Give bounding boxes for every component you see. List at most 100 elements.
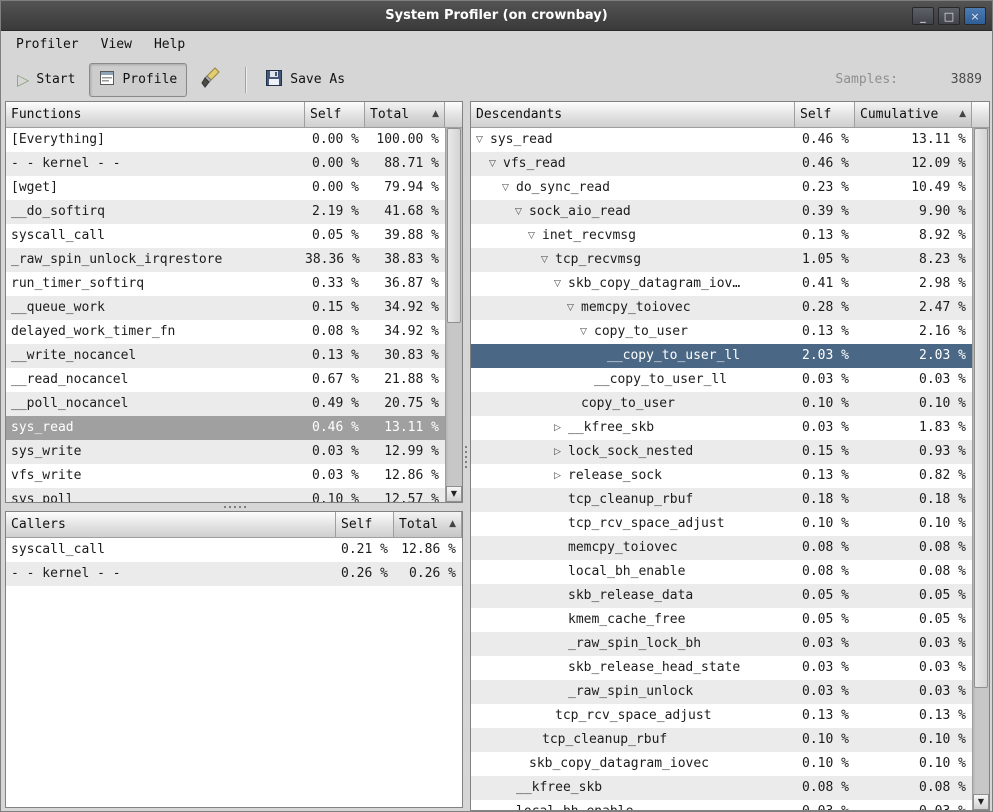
callers-column-header[interactable]: Callers [6,512,336,538]
tree-expander-icon[interactable]: ▽ [541,248,555,272]
descendant-name: copy_to_user [581,392,675,416]
function-row[interactable]: _raw_spin_unlock_irqrestore 38.36 % 38.8… [6,248,445,272]
descendant-row[interactable]: tcp_cleanup_rbuf 0.10 % 0.10 % [471,728,972,752]
reset-button[interactable] [191,60,233,100]
scroll-down-button[interactable]: ▼ [446,486,462,502]
function-row[interactable]: sys_write 0.03 % 12.99 % [6,440,445,464]
descendant-row[interactable]: __copy_to_user_ll 2.03 % 2.03 % [471,344,972,368]
tree-expander-icon[interactable]: ▽ [528,224,542,248]
descendant-row[interactable]: ▽ inet_recvmsg 0.13 % 8.92 % [471,224,972,248]
start-button[interactable]: ▷ Start [7,65,85,95]
maximize-button[interactable]: □ [938,7,960,25]
function-row[interactable]: [Everything] 0.00 % 100.00 % [6,128,445,152]
tree-expander-icon[interactable]: ▽ [567,296,581,320]
descendant-row[interactable]: copy_to_user 0.10 % 0.10 % [471,392,972,416]
descendant-row[interactable]: ▷ release_sock 0.13 % 0.82 % [471,464,972,488]
function-row[interactable]: sys_poll 0.10 % 12.57 % [6,488,445,502]
function-row[interactable]: __read_nocancel 0.67 % 21.88 % [6,368,445,392]
function-total-cell: 13.11 % [365,416,445,440]
function-row[interactable]: __write_nocancel 0.13 % 30.83 % [6,344,445,368]
descendant-name-cell: tcp_rcv_space_adjust [471,512,795,536]
close-button[interactable]: × [964,7,986,25]
descendant-row[interactable]: ▷ __kfree_skb 0.03 % 1.83 % [471,416,972,440]
descendant-name-cell: ▷ lock_sock_nested [471,440,795,464]
caller-row[interactable]: syscall_call 0.21 % 12.86 % [6,538,462,562]
descendant-name: memcpy_toiovec [581,296,691,320]
descendant-row[interactable]: _raw_spin_lock_bh 0.03 % 0.03 % [471,632,972,656]
descendant-row[interactable]: ▽ tcp_recvmsg 1.05 % 8.23 % [471,248,972,272]
function-row[interactable]: delayed_work_timer_fn 0.08 % 34.92 % [6,320,445,344]
tree-expander-icon[interactable]: ▽ [515,200,529,224]
minimize-button[interactable]: _ [912,7,934,25]
descendant-row[interactable]: kmem_cache_free 0.05 % 0.05 % [471,608,972,632]
descendant-row[interactable]: ▽ skb_copy_datagram_iov… 0.41 % 2.98 % [471,272,972,296]
function-row[interactable]: __do_softirq 2.19 % 41.68 % [6,200,445,224]
tree-expander-icon[interactable]: ▽ [489,152,503,176]
descendant-row[interactable]: local_bh_enable 0.08 % 0.08 % [471,560,972,584]
descendant-row[interactable]: ▷ lock_sock_nested 0.15 % 0.93 % [471,440,972,464]
descendant-row[interactable]: __kfree_skb 0.08 % 0.08 % [471,776,972,800]
splitter-grip-icon [465,456,467,458]
scrollbar-thumb[interactable] [974,128,988,688]
function-row[interactable]: sys_read 0.46 % 13.11 % [6,416,445,440]
descendant-row[interactable]: skb_release_head_state 0.03 % 0.03 % [471,656,972,680]
function-row[interactable]: __queue_work 0.15 % 34.92 % [6,296,445,320]
tree-expander-icon[interactable]: ▷ [554,416,568,440]
function-row[interactable]: __poll_nocancel 0.49 % 20.75 % [6,392,445,416]
functions-scrollbar[interactable]: ▼ [445,128,462,502]
function-row[interactable]: syscall_call 0.05 % 39.88 % [6,224,445,248]
tree-expander-icon[interactable]: ▽ [554,272,568,296]
save-as-button[interactable]: Save As [255,62,355,98]
tree-expander-icon[interactable]: ▽ [476,128,490,152]
tree-expander-icon[interactable]: ▽ [580,320,594,344]
descendants-cumulative-column-header[interactable]: Cumulative▲ [855,102,972,128]
function-name-cell: __read_nocancel [6,368,305,392]
tree-expander-icon[interactable]: ▷ [554,440,568,464]
descendants-scrollbar[interactable]: ▼ [972,128,989,810]
descendant-row[interactable]: memcpy_toiovec 0.08 % 0.08 % [471,536,972,560]
descendant-row[interactable]: tcp_rcv_space_adjust 0.13 % 0.13 % [471,704,972,728]
descendant-row[interactable]: tcp_cleanup_rbuf 0.18 % 0.18 % [471,488,972,512]
functions-self-column-header[interactable]: Self [305,102,365,128]
descendant-row[interactable]: tcp_rcv_space_adjust 0.10 % 0.10 % [471,512,972,536]
functions-total-column-header[interactable]: Total▲ [365,102,445,128]
window-title: System Profiler (on crownbay) [1,1,992,31]
descendant-row[interactable]: skb_copy_datagram_iovec 0.10 % 0.10 % [471,752,972,776]
descendant-row[interactable]: ▽ memcpy_toiovec 0.28 % 2.47 % [471,296,972,320]
caller-name-cell: - - kernel - - [6,562,336,586]
descendant-row[interactable]: ▽ sys_read 0.46 % 13.11 % [471,128,972,152]
function-row[interactable]: - - kernel - - 0.00 % 88.71 % [6,152,445,176]
descendant-row[interactable]: ▽ sock_aio_read 0.39 % 9.90 % [471,200,972,224]
callers-total-column-header[interactable]: Total▲ [394,512,462,538]
descendant-cumulative-cell: 2.98 % [855,272,972,296]
function-row[interactable]: [wget] 0.00 % 79.94 % [6,176,445,200]
descendants-self-column-header[interactable]: Self [795,102,855,128]
scroll-down-button[interactable]: ▼ [973,794,989,810]
tree-expander-icon[interactable]: ▽ [502,176,516,200]
function-total-cell: 12.99 % [365,440,445,464]
menu-view[interactable]: View [90,33,143,56]
profile-toggle-button[interactable]: Profile [89,63,187,97]
titlebar[interactable]: System Profiler (on crownbay) _ □ × [1,1,992,31]
horizontal-splitter[interactable] [5,503,463,511]
callers-column-label: Callers [11,512,66,537]
caller-row[interactable]: - - kernel - - 0.26 % 0.26 % [6,562,462,586]
descendant-row[interactable]: _raw_spin_unlock 0.03 % 0.03 % [471,680,972,704]
descendant-row[interactable]: ▽ vfs_read 0.46 % 12.09 % [471,152,972,176]
functions-column-header[interactable]: Functions [6,102,305,128]
descendant-row[interactable]: ▽ do_sync_read 0.23 % 10.49 % [471,176,972,200]
function-row[interactable]: run_timer_softirq 0.33 % 36.87 % [6,272,445,296]
scrollbar-thumb[interactable] [447,128,461,323]
descendant-row[interactable]: skb_release_data 0.05 % 0.05 % [471,584,972,608]
vertical-splitter[interactable] [462,101,470,811]
callers-self-column-header[interactable]: Self [336,512,394,538]
menu-help[interactable]: Help [143,33,196,56]
tree-expander-icon[interactable]: ▷ [554,464,568,488]
descendant-name-cell: skb_copy_datagram_iovec [471,752,795,776]
descendant-row[interactable]: __copy_to_user_ll 0.03 % 0.03 % [471,368,972,392]
function-row[interactable]: vfs_write 0.03 % 12.86 % [6,464,445,488]
descendant-row[interactable]: ▽ copy_to_user 0.13 % 2.16 % [471,320,972,344]
menu-profiler[interactable]: Profiler [5,33,90,56]
descendants-column-header[interactable]: Descendants [471,102,795,128]
descendant-row[interactable]: local_bh_enable 0.03 % 0.03 % [471,800,972,810]
